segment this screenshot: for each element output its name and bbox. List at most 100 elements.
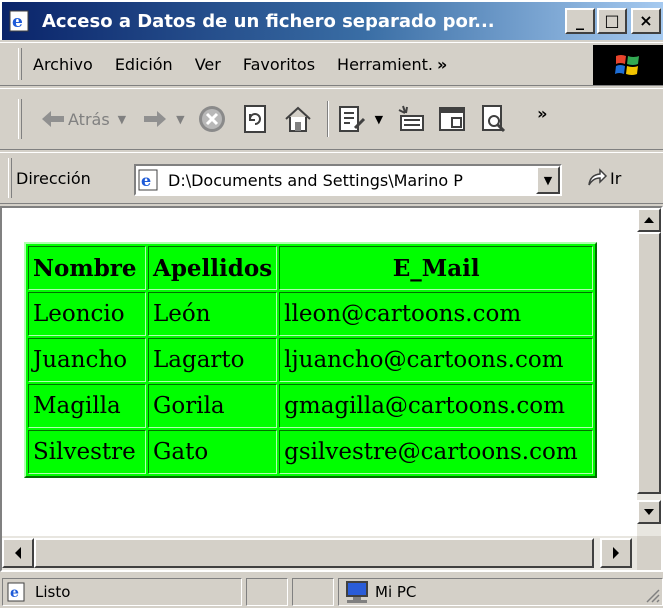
arrow-right-icon — [613, 547, 619, 559]
back-button[interactable]: Atrás ▼ — [40, 109, 126, 129]
cell-email: ljuancho@cartoons.com — [279, 338, 594, 382]
scrollbar-corner — [637, 536, 661, 570]
forward-button[interactable]: ▼ — [142, 109, 185, 129]
cell-nombre: Silvestre — [28, 430, 146, 474]
arrow-left-icon — [15, 547, 21, 559]
cell-apellidos: León — [148, 292, 278, 336]
refresh-icon — [243, 105, 266, 133]
edit-page-icon — [338, 106, 365, 132]
standard-toolbar: Atrás ▼ ▼ ▼ » — [0, 88, 663, 150]
stop-button[interactable] — [197, 104, 227, 134]
vertical-scrollbar[interactable] — [637, 208, 661, 536]
window-button[interactable] — [437, 105, 467, 133]
web-page: Nombre Apellidos E_Mail Leoncio León lle… — [2, 208, 637, 536]
vertical-scroll-thumb[interactable] — [637, 232, 661, 494]
scroll-right-button[interactable] — [600, 538, 632, 568]
contacts-table: Nombre Apellidos E_Mail Leoncio León lle… — [24, 242, 598, 478]
arrow-up-icon — [644, 217, 654, 223]
edit-dropdown-icon[interactable]: ▼ — [375, 113, 383, 126]
arrow-down-icon — [644, 509, 654, 515]
go-arrow-icon — [588, 168, 608, 186]
minimize-button[interactable]: _ — [565, 8, 595, 34]
status-pane-empty-2 — [292, 578, 334, 606]
chevron-down-icon: ▼ — [543, 173, 553, 187]
address-grip[interactable] — [8, 158, 12, 198]
toolbar-overflow-chevron-icon[interactable]: » — [537, 104, 547, 123]
windows-logo-icon — [593, 45, 663, 85]
back-label: Atrás — [68, 109, 110, 129]
content-viewport: Nombre Apellidos E_Mail Leoncio León lle… — [0, 206, 663, 572]
cell-nombre: Juancho — [28, 338, 146, 382]
print-preview-icon — [482, 105, 506, 133]
maximize-icon: □ — [604, 11, 620, 30]
resize-grip-icon[interactable] — [644, 587, 660, 603]
window-title: Acceso a Datos de un fichero separado po… — [42, 10, 495, 32]
status-zone-pane: Mi PC — [338, 578, 663, 606]
back-arrow-icon — [42, 111, 64, 127]
cell-apellidos: Gato — [148, 430, 278, 474]
address-value: D:\Documents and Settings\Marino P — [168, 170, 463, 190]
window-icon — [439, 107, 466, 131]
ie-page-icon: e — [8, 8, 34, 34]
scroll-up-button[interactable] — [637, 208, 661, 232]
cell-nombre: Magilla — [28, 384, 146, 428]
forward-arrow-icon — [144, 111, 167, 127]
stop-icon — [198, 106, 225, 132]
table-header-row: Nombre Apellidos E_Mail — [28, 246, 594, 290]
cell-nombre: Leoncio — [28, 292, 146, 336]
home-icon — [284, 106, 311, 132]
menu-bar: Archivo Edición Ver Favoritos Herramient… — [0, 42, 663, 86]
computer-icon — [346, 581, 368, 603]
table-row: Silvestre Gato gsilvestre@cartoons.com — [28, 430, 594, 474]
address-input[interactable]: e D:\Documents and Settings\Marino P ▼ — [134, 164, 562, 196]
home-button[interactable] — [283, 105, 313, 133]
status-bar: e Listo Mi PC — [0, 574, 663, 608]
discuss-button[interactable] — [395, 104, 427, 134]
table-row: Magilla Gorila gmagilla@cartoons.com — [28, 384, 594, 428]
address-dropdown-button[interactable]: ▼ — [536, 166, 560, 194]
menu-herramientas[interactable]: Herramient. — [326, 55, 435, 74]
back-dropdown-icon[interactable]: ▼ — [118, 113, 126, 126]
ie-page-icon: e — [138, 169, 158, 191]
header-email: E_Mail — [279, 246, 594, 290]
menu-archivo[interactable]: Archivo — [22, 55, 104, 74]
toolbar-grip[interactable] — [18, 99, 22, 139]
scroll-left-button[interactable] — [2, 538, 34, 568]
cell-apellidos: Lagarto — [148, 338, 278, 382]
table-row: Leoncio León lleon@cartoons.com — [28, 292, 594, 336]
menu-favoritos[interactable]: Favoritos — [232, 55, 326, 74]
table-row: Juancho Lagarto ljuancho@cartoons.com — [28, 338, 594, 382]
svg-text:e: e — [10, 585, 19, 601]
horizontal-scrollbar[interactable] — [2, 536, 637, 570]
toolbar-separator — [326, 101, 329, 137]
close-button[interactable]: × — [631, 8, 661, 34]
forward-dropdown-icon[interactable]: ▼ — [176, 113, 184, 126]
header-nombre: Nombre — [28, 246, 146, 290]
status-text-pane: e Listo — [2, 578, 242, 606]
ie-page-icon: e — [7, 582, 25, 602]
discuss-icon — [398, 105, 425, 131]
svg-text:e: e — [141, 171, 151, 190]
header-apellidos: Apellidos — [148, 246, 278, 290]
horizontal-scroll-thumb[interactable] — [34, 538, 594, 568]
title-bar[interactable]: e Acceso a Datos de un fichero separado … — [0, 0, 663, 40]
cell-email: lleon@cartoons.com — [279, 292, 594, 336]
go-label: Ir — [610, 168, 622, 188]
menu-edicion[interactable]: Edición — [104, 55, 184, 74]
close-icon: × — [639, 11, 653, 30]
menu-ver[interactable]: Ver — [184, 55, 232, 74]
edit-button[interactable]: ▼ — [337, 104, 383, 134]
refresh-button[interactable] — [241, 104, 269, 134]
status-pane-empty-1 — [246, 578, 288, 606]
address-label: Dirección — [16, 168, 91, 188]
print-preview-button[interactable] — [479, 104, 509, 134]
menu-overflow-chevron-icon[interactable]: » — [437, 55, 447, 74]
cell-email: gsilvestre@cartoons.com — [279, 430, 594, 474]
minimize-icon: _ — [576, 11, 584, 30]
zone-label: Mi PC — [375, 583, 417, 601]
status-text: Listo — [35, 583, 71, 601]
scroll-down-button[interactable] — [637, 500, 661, 524]
maximize-button[interactable]: □ — [597, 8, 627, 34]
cell-email: gmagilla@cartoons.com — [279, 384, 594, 428]
go-button[interactable]: Ir — [586, 167, 621, 189]
